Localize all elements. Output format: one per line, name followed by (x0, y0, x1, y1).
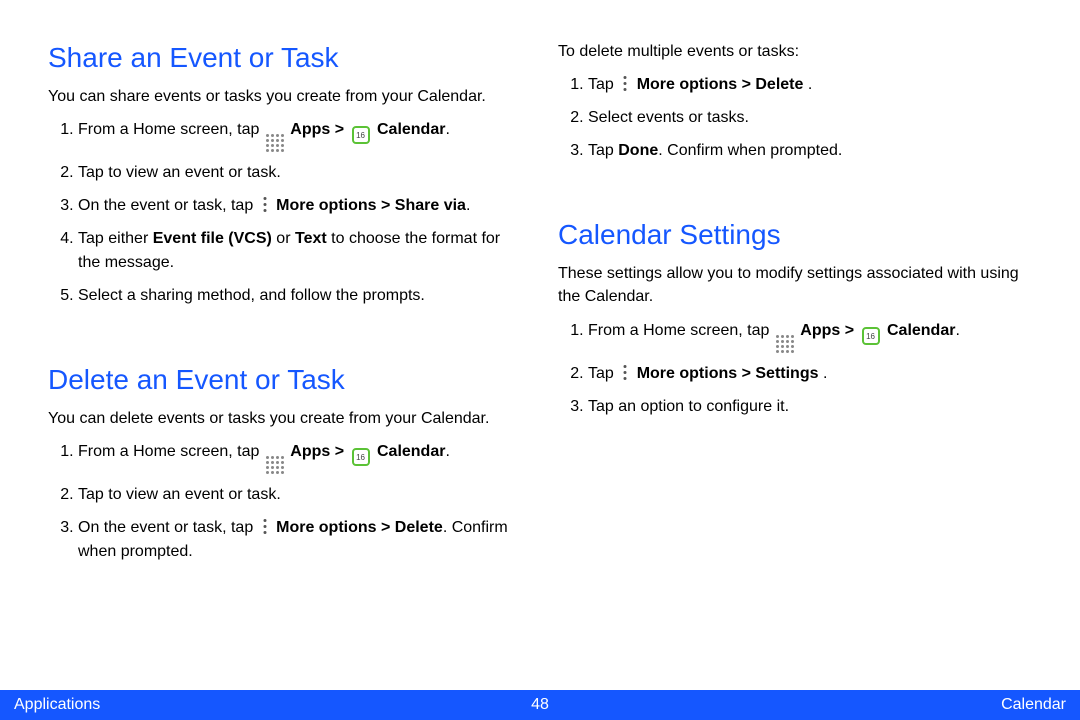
apps-icon (776, 335, 794, 353)
calendar-label: Calendar (887, 322, 955, 339)
step-suffix: . (445, 443, 449, 460)
step-suffix: . (445, 121, 449, 138)
step-suffix: . (808, 76, 812, 93)
heading-delete-event: Delete an Event or Task (48, 362, 522, 397)
step-text: From a Home screen, tap (588, 322, 774, 339)
step-suffix: . (823, 365, 827, 382)
right-column: To delete multiple events or tasks: Tap … (558, 40, 1032, 680)
more-options-icon (620, 75, 630, 93)
bold-text: More options > Share via (276, 197, 466, 214)
list-item: Tap More options > Delete . (588, 73, 1032, 97)
left-column: Share an Event or Task You can share eve… (48, 40, 522, 680)
bold-text: Text (295, 230, 327, 247)
step-text: On the event or task, tap (78, 197, 258, 214)
bold-text: Done (618, 142, 658, 159)
list-item: From a Home screen, tap Apps > 16 Calend… (78, 118, 522, 152)
heading-share-event: Share an Event or Task (48, 40, 522, 75)
list-item: Select a sharing method, and follow the … (78, 284, 522, 308)
step-suffix: . (466, 197, 470, 214)
intro-delete-multiple: To delete multiple events or tasks: (558, 40, 1032, 63)
calendar-icon: 16 (352, 448, 370, 466)
steps-share-event: From a Home screen, tap Apps > 16 Calend… (48, 118, 522, 308)
intro-calendar-settings: These settings allow you to modify setti… (558, 262, 1032, 308)
apps-label: Apps > (800, 322, 858, 339)
step-text: . Confirm when prompted. (658, 142, 842, 159)
calendar-label: Calendar (377, 443, 445, 460)
footer-page-number: 48 (531, 696, 549, 714)
apps-icon (266, 134, 284, 152)
step-text: Tap (588, 142, 618, 159)
step-text: Tap either (78, 230, 153, 247)
footer-left: Applications (14, 696, 100, 714)
bold-text: More options > Settings (637, 365, 823, 382)
list-item: Tap an option to configure it. (588, 395, 1032, 419)
steps-delete-event: From a Home screen, tap Apps > 16 Calend… (48, 440, 522, 564)
heading-calendar-settings: Calendar Settings (558, 217, 1032, 252)
calendar-icon: 16 (862, 327, 880, 345)
list-item: From a Home screen, tap Apps > 16 Calend… (78, 440, 522, 474)
list-item: Tap either Event file (VCS) or Text to c… (78, 227, 522, 275)
list-item: From a Home screen, tap Apps > 16 Calend… (588, 319, 1032, 353)
list-item: Tap More options > Settings . (588, 362, 1032, 386)
intro-delete-event: You can delete events or tasks you creat… (48, 407, 522, 430)
bold-text: More options > Delete (276, 519, 443, 536)
step-text: Tap (588, 76, 618, 93)
steps-delete-multiple: Tap More options > Delete . Select event… (558, 73, 1032, 163)
step-text: Tap (588, 365, 618, 382)
step-suffix: . (955, 322, 959, 339)
list-item: On the event or task, tap More options >… (78, 194, 522, 218)
apps-label: Apps > (290, 121, 348, 138)
footer-right: Calendar (1001, 696, 1066, 714)
steps-calendar-settings: From a Home screen, tap Apps > 16 Calend… (558, 319, 1032, 419)
more-options-icon (260, 196, 270, 214)
bold-text: More options > Delete (637, 76, 808, 93)
more-options-icon (620, 364, 630, 382)
list-item: Select events or tasks. (588, 106, 1032, 130)
list-item: Tap to view an event or task. (78, 483, 522, 507)
intro-share-event: You can share events or tasks you create… (48, 85, 522, 108)
apps-label: Apps > (290, 443, 348, 460)
step-text: From a Home screen, tap (78, 443, 264, 460)
step-text: On the event or task, tap (78, 519, 258, 536)
list-item: On the event or task, tap More options >… (78, 516, 522, 564)
more-options-icon (260, 518, 270, 536)
calendar-label: Calendar (377, 121, 445, 138)
step-text: From a Home screen, tap (78, 121, 264, 138)
bold-text: Event file (VCS) (153, 230, 272, 247)
step-text: or (272, 230, 295, 247)
page-footer: Applications 48 Calendar (0, 690, 1080, 720)
list-item: Tap to view an event or task. (78, 161, 522, 185)
apps-icon (266, 456, 284, 474)
manual-page: Share an Event or Task You can share eve… (0, 0, 1080, 720)
list-item: Tap Done. Confirm when prompted. (588, 139, 1032, 163)
two-column-layout: Share an Event or Task You can share eve… (48, 40, 1032, 680)
calendar-icon: 16 (352, 126, 370, 144)
